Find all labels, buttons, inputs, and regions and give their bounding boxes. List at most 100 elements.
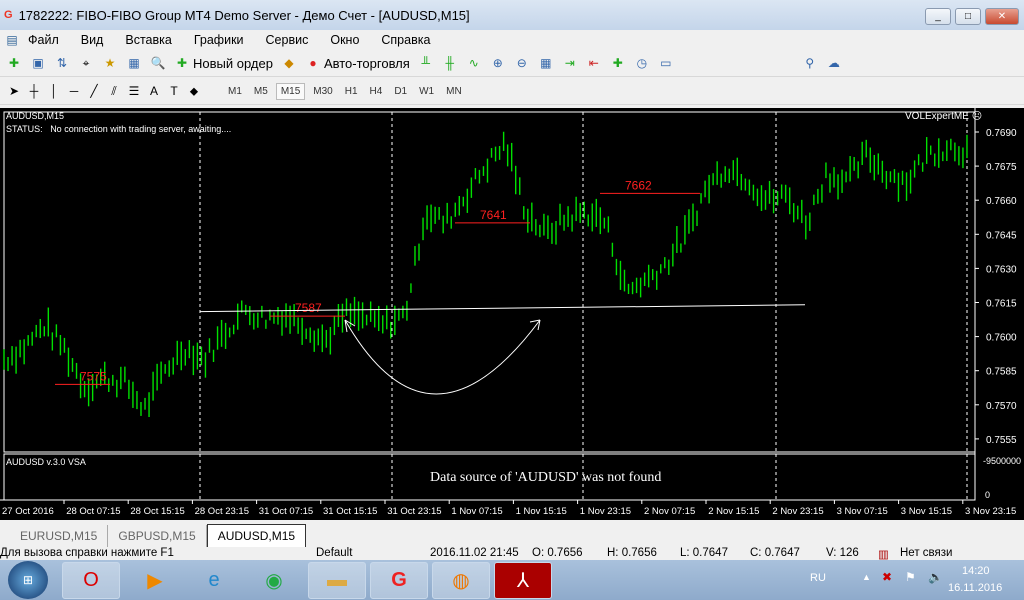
connection-status[interactable]: Нет связи bbox=[900, 547, 952, 559]
start-button[interactable]: ⊞ bbox=[8, 561, 48, 599]
new-order-label: Новый ордер bbox=[193, 55, 273, 71]
y-tick-label: 0.7600 bbox=[986, 333, 1017, 344]
level-label: 7662 bbox=[625, 178, 652, 192]
y-tick-label: 0.7585 bbox=[986, 367, 1017, 378]
new-chart-icon[interactable]: ✚ bbox=[6, 55, 22, 71]
tab-audusd[interactable]: AUDUSD,M15 bbox=[206, 524, 307, 547]
taskbar-firefox[interactable]: ◍ bbox=[432, 562, 490, 599]
x-tick-label: 1 Nov 23:15 bbox=[580, 506, 631, 517]
timeframe-m5[interactable]: M5 bbox=[250, 84, 272, 99]
tester-icon[interactable]: 🔍 bbox=[150, 55, 166, 71]
volume-icon[interactable]: 🔈 bbox=[928, 570, 943, 584]
taskbar-opera[interactable]: O bbox=[62, 562, 120, 599]
x-tick-label: 3 Nov 07:15 bbox=[837, 506, 888, 517]
search-icon[interactable]: ⚲ bbox=[802, 55, 818, 71]
menu-tools[interactable]: Сервис bbox=[266, 33, 309, 47]
action-center-icon[interactable]: ⚑ bbox=[905, 570, 916, 584]
taskbar-ie[interactable]: e bbox=[185, 562, 243, 599]
indicator-max: -9500000 bbox=[983, 456, 1022, 466]
x-tick-label: 31 Oct 15:15 bbox=[323, 506, 377, 517]
text-icon[interactable]: A bbox=[146, 83, 162, 99]
chart-shift-icon[interactable]: ⇤ bbox=[586, 55, 602, 71]
y-tick-label: 0.7690 bbox=[986, 128, 1017, 139]
taskbar: ⊞ O ▶ e ◉ ▬ G ◍ ⅄ RU ▲ ✖ ⚑ 🔈 14:20 16.11… bbox=[0, 560, 1024, 600]
app-logo-icon: G bbox=[4, 9, 13, 21]
taskbar-acrobat[interactable]: ⅄ bbox=[494, 562, 552, 599]
x-tick-label: 31 Oct 07:15 bbox=[259, 506, 313, 517]
navigator-icon[interactable]: ⌖ bbox=[78, 55, 94, 71]
maximize-button[interactable]: □ bbox=[955, 8, 981, 25]
indicator-message: Data source of 'AUDUSD' was not found bbox=[430, 470, 662, 485]
auto-scroll-icon[interactable]: ⇥ bbox=[562, 55, 578, 71]
zoom-out-icon[interactable]: ⊖ bbox=[514, 55, 530, 71]
timeframe-m1[interactable]: M1 bbox=[224, 84, 246, 99]
vertical-line-icon[interactable]: │ bbox=[46, 83, 62, 99]
timeframe-m15[interactable]: M15 bbox=[275, 82, 306, 100]
show-hidden-icons-icon[interactable]: ▲ bbox=[862, 572, 871, 582]
market-watch-icon[interactable]: ⇅ bbox=[54, 55, 70, 71]
chart-window[interactable]: 7575 7587 7641 7662 0.7690 0.7675 0.7660 0.7645… bbox=[0, 108, 1024, 520]
taskbar-media-player[interactable]: ▶ bbox=[126, 562, 184, 599]
taskbar-explorer[interactable]: ▬ bbox=[308, 562, 366, 599]
menu-insert[interactable]: Вставка bbox=[125, 33, 171, 47]
timeframe-mn[interactable]: MN bbox=[442, 84, 466, 99]
taskbar-chrome[interactable]: ◉ bbox=[245, 562, 303, 599]
profiles-icon[interactable]: ▣ bbox=[30, 55, 46, 71]
window-title: 1782222: FIBO-FIBO Group MT4 Demo Server… bbox=[18, 7, 470, 23]
menu-file[interactable]: Файл bbox=[28, 33, 59, 47]
favorites-icon[interactable]: ★ bbox=[102, 55, 118, 71]
y-tick-label: 0.7630 bbox=[986, 264, 1017, 275]
channel-icon[interactable]: ⫽ bbox=[106, 83, 122, 99]
tab-gbpusd[interactable]: GBPUSD,M15 bbox=[108, 525, 207, 547]
menu-help[interactable]: Справка bbox=[381, 33, 430, 47]
chart-tabs: EURUSD,M15 GBPUSD,M15 AUDUSD,M15 bbox=[0, 522, 1024, 547]
menu-view[interactable]: Вид bbox=[81, 33, 104, 47]
timeframe-d1[interactable]: D1 bbox=[390, 84, 411, 99]
crosshair-icon[interactable]: ┼ bbox=[26, 83, 42, 99]
timeframe-h1[interactable]: H1 bbox=[341, 84, 362, 99]
periods-icon[interactable]: ◷ bbox=[634, 55, 650, 71]
line-chart-icon[interactable]: ∿ bbox=[466, 55, 482, 71]
close-button[interactable]: ✕ bbox=[985, 8, 1019, 25]
clock-time[interactable]: 14:20 bbox=[962, 565, 990, 577]
menu-window[interactable]: Окно bbox=[330, 33, 359, 47]
trendline-icon[interactable]: ╱ bbox=[86, 83, 102, 99]
metaeditor-icon[interactable]: ◆ bbox=[281, 55, 297, 71]
tab-eurusd[interactable]: EURUSD,M15 bbox=[10, 525, 109, 547]
clock-date[interactable]: 16.11.2016 bbox=[948, 582, 1002, 594]
minimize-button[interactable]: _ bbox=[925, 8, 951, 25]
community-icon[interactable]: ☁ bbox=[826, 55, 842, 71]
zoom-in-icon[interactable]: ⊕ bbox=[490, 55, 506, 71]
templates-icon[interactable]: ▭ bbox=[658, 55, 674, 71]
x-tick-label: 31 Oct 23:15 bbox=[387, 506, 441, 517]
sad-face-icon: ☹ bbox=[971, 111, 983, 122]
arrows-icon[interactable]: ⬥ bbox=[186, 83, 202, 99]
title-bar: G 1782222: FIBO-FIBO Group MT4 Demo Serv… bbox=[0, 0, 1024, 30]
level-label: 7641 bbox=[480, 208, 507, 222]
terminal-icon[interactable]: ▦ bbox=[126, 55, 142, 71]
x-tick-label: 3 Nov 15:15 bbox=[901, 506, 952, 517]
timeframe-h4[interactable]: H4 bbox=[366, 84, 387, 99]
bar-chart-icon[interactable]: ╨ bbox=[418, 55, 434, 71]
x-tick-label: 28 Oct 15:15 bbox=[130, 506, 184, 517]
y-tick-label: 0.7675 bbox=[986, 162, 1017, 173]
bar-volume: V: 126 bbox=[826, 547, 859, 559]
timeframe-w1[interactable]: W1 bbox=[415, 84, 438, 99]
menu-charts[interactable]: Графики bbox=[194, 33, 244, 47]
candle-chart-icon[interactable]: ╫ bbox=[442, 55, 458, 71]
language-indicator[interactable]: RU bbox=[810, 572, 826, 584]
new-order-button[interactable]: ✚ Новый ордер bbox=[174, 55, 273, 71]
price-chart[interactable]: 7575 7587 7641 7662 0.7690 0.7675 0.7660 0.7645… bbox=[0, 108, 1024, 520]
cursor-icon[interactable]: ➤ bbox=[6, 83, 22, 99]
tile-windows-icon[interactable]: ▦ bbox=[538, 55, 554, 71]
auto-trading-button[interactable]: ● Авто-торговля bbox=[305, 55, 409, 71]
text-label-icon[interactable]: T bbox=[166, 83, 182, 99]
timeframe-m30[interactable]: M30 bbox=[309, 84, 336, 99]
network-icon[interactable]: ✖ bbox=[882, 570, 892, 584]
indicators-icon[interactable]: ✚ bbox=[610, 55, 626, 71]
fibo-icon[interactable]: ☰ bbox=[126, 83, 142, 99]
horizontal-line-icon[interactable]: ─ bbox=[66, 83, 82, 99]
y-tick-label: 0.7555 bbox=[986, 435, 1017, 446]
y-tick-label: 0.7660 bbox=[986, 196, 1017, 207]
taskbar-fibogroup[interactable]: G bbox=[370, 562, 428, 599]
